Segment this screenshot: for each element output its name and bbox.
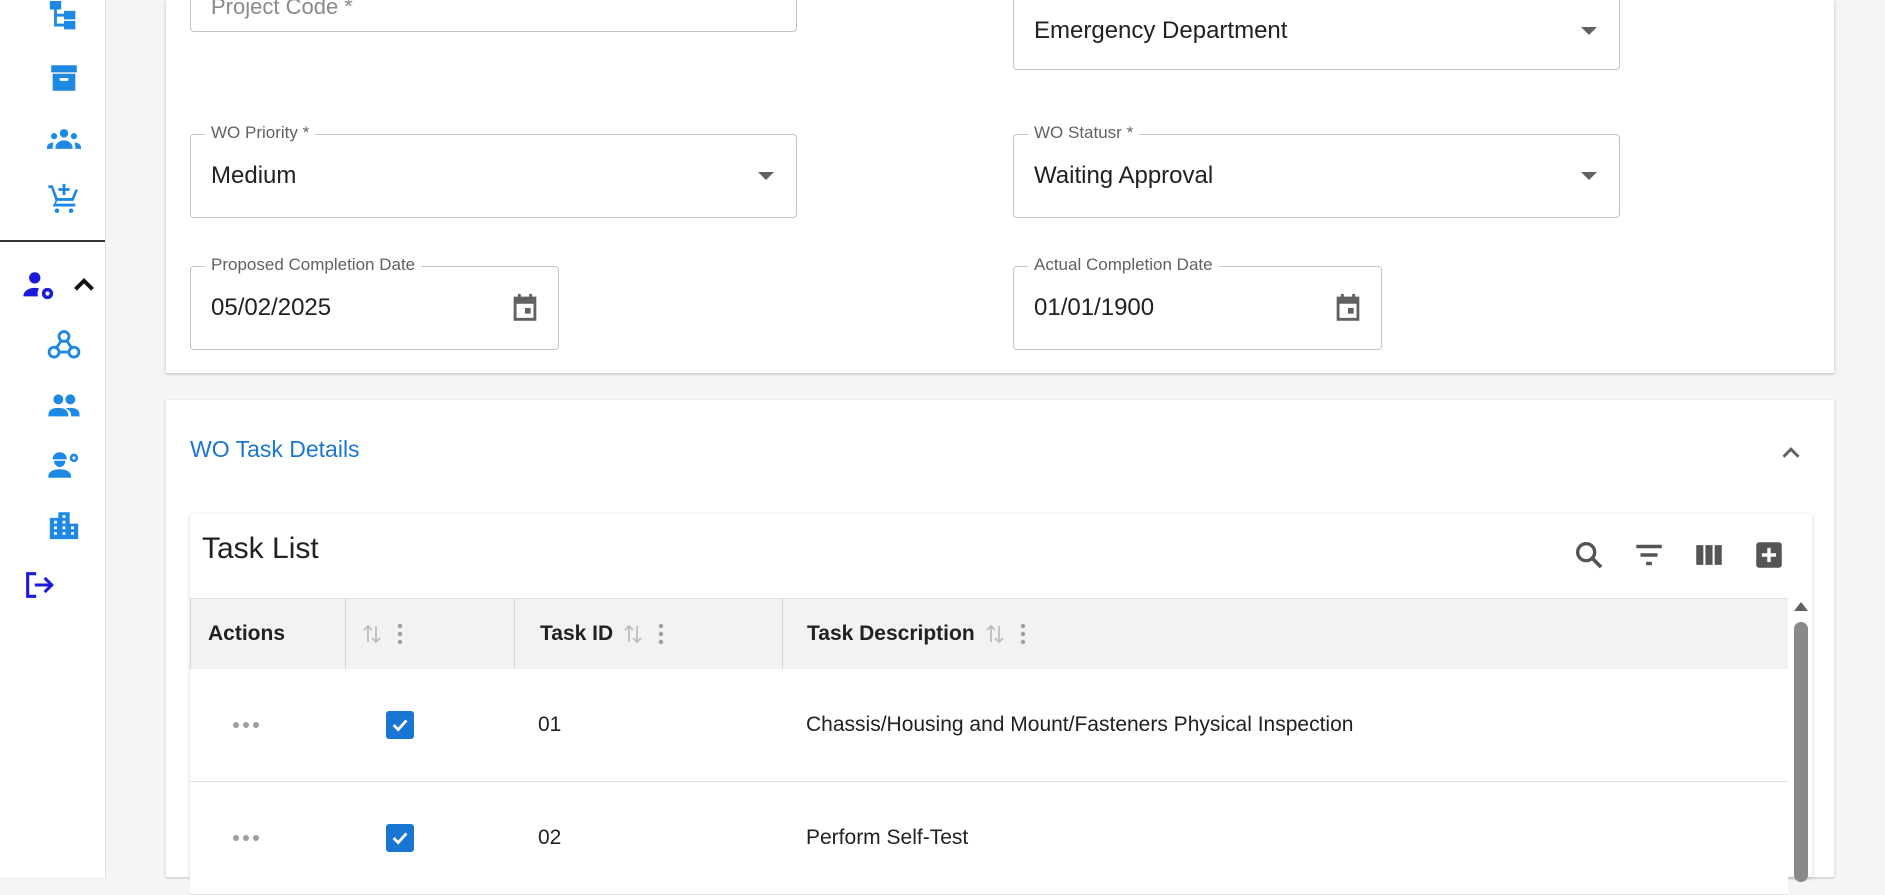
collapse-chevron-icon[interactable] bbox=[1776, 438, 1806, 468]
column-menu-icon[interactable] bbox=[1019, 623, 1027, 645]
archive-icon[interactable] bbox=[46, 60, 82, 96]
wo-priority-label: WO Priority * bbox=[205, 123, 316, 143]
chevron-up-icon[interactable] bbox=[66, 267, 102, 303]
sort-icon[interactable] bbox=[985, 622, 1005, 646]
wo-priority-select[interactable]: WO Priority * Medium bbox=[190, 123, 797, 218]
user-settings-icon[interactable] bbox=[21, 267, 57, 303]
chevron-down-icon bbox=[1581, 27, 1597, 35]
table-row[interactable]: 02 Perform Self-Test bbox=[190, 782, 1788, 895]
hierarchy-icon[interactable] bbox=[46, 0, 82, 36]
filter-icon[interactable] bbox=[1632, 538, 1666, 572]
column-header-task-id[interactable]: Task ID bbox=[540, 599, 800, 669]
department-value: Emergency Department bbox=[1034, 17, 1288, 44]
project-code-field[interactable]: Project Code * bbox=[190, 0, 797, 32]
row-select-cell[interactable] bbox=[386, 669, 414, 781]
department-select[interactable]: Emergency Department bbox=[1013, 0, 1620, 70]
sort-icon[interactable] bbox=[362, 622, 382, 646]
sidebar-divider bbox=[0, 240, 105, 242]
section-title[interactable]: WO Task Details bbox=[190, 436, 360, 463]
column-header-task-description[interactable]: Task Description bbox=[807, 599, 1407, 669]
row-actions-cell[interactable] bbox=[232, 669, 260, 781]
task-description-cell: Chassis/Housing and Mount/Fasteners Phys… bbox=[806, 713, 1354, 736]
table-title: Task List bbox=[202, 532, 319, 565]
column-header-task-id-label: Task ID bbox=[540, 622, 614, 645]
add-box-icon[interactable] bbox=[1752, 538, 1786, 572]
wo-status-label: WO Statusr * bbox=[1028, 123, 1140, 143]
chevron-down-icon bbox=[1581, 172, 1597, 180]
webhook-icon[interactable] bbox=[46, 327, 82, 363]
calendar-icon[interactable] bbox=[508, 291, 542, 325]
column-header-actions: Actions bbox=[208, 599, 338, 669]
buildings-icon[interactable] bbox=[46, 507, 82, 543]
scrollbar-thumb[interactable] bbox=[1794, 622, 1808, 882]
chevron-down-icon bbox=[758, 172, 774, 180]
row-actions-cell[interactable] bbox=[232, 782, 260, 894]
people-icon[interactable] bbox=[46, 387, 82, 423]
scroll-up-arrow-icon[interactable] bbox=[1794, 602, 1808, 611]
task-id-cell: 02 bbox=[538, 826, 562, 849]
actual-completion-date-field[interactable]: Actual Completion Date 01/01/1900 bbox=[1013, 255, 1382, 350]
project-code-placeholder: Project Code * bbox=[211, 0, 353, 19]
cart-add-icon[interactable] bbox=[46, 180, 82, 216]
proposed-completion-label: Proposed Completion Date bbox=[205, 255, 422, 275]
table-header: Actions Task ID Task Description bbox=[190, 598, 1788, 670]
calendar-icon[interactable] bbox=[1331, 291, 1365, 325]
sort-icon[interactable] bbox=[623, 622, 643, 646]
column-menu-icon[interactable] bbox=[396, 623, 404, 645]
wo-status-value: Waiting Approval bbox=[1034, 162, 1214, 189]
logout-icon[interactable] bbox=[21, 567, 57, 603]
more-horiz-icon[interactable] bbox=[232, 721, 260, 729]
task-list-table: Task List Actions Task ID Task Descripti… bbox=[190, 514, 1812, 895]
work-order-form-card: Project Code * Emergency Department WO P… bbox=[166, 0, 1834, 373]
task-details-card: WO Task Details Task List Actions Task I… bbox=[166, 400, 1834, 895]
proposed-completion-value: 05/02/2025 bbox=[211, 294, 332, 321]
check-icon bbox=[392, 719, 408, 732]
sidebar bbox=[0, 0, 106, 877]
wo-status-select[interactable]: WO Statusr * Waiting Approval bbox=[1013, 123, 1620, 218]
row-checkbox[interactable] bbox=[386, 711, 414, 739]
task-id-cell: 01 bbox=[538, 713, 562, 736]
actual-completion-value: 01/01/1900 bbox=[1034, 294, 1155, 321]
wo-priority-value: Medium bbox=[211, 162, 297, 189]
check-icon bbox=[392, 832, 408, 845]
search-icon[interactable] bbox=[1572, 538, 1606, 572]
column-menu-icon[interactable] bbox=[657, 623, 665, 645]
table-row[interactable]: 01 Chassis/Housing and Mount/Fasteners P… bbox=[190, 669, 1788, 782]
task-description-cell: Perform Self-Test bbox=[806, 826, 969, 849]
column-header-task-description-label: Task Description bbox=[807, 622, 975, 645]
columns-icon[interactable] bbox=[1692, 538, 1726, 572]
row-select-cell[interactable] bbox=[386, 782, 414, 894]
engineer-icon[interactable] bbox=[46, 447, 82, 483]
proposed-completion-date-field[interactable]: Proposed Completion Date 05/02/2025 bbox=[190, 255, 559, 350]
actual-completion-label: Actual Completion Date bbox=[1028, 255, 1219, 275]
table-scrollbar[interactable] bbox=[1792, 598, 1810, 882]
column-header-select[interactable] bbox=[352, 599, 512, 669]
more-horiz-icon[interactable] bbox=[232, 834, 260, 842]
groups-icon[interactable] bbox=[46, 121, 82, 157]
column-header-actions-label: Actions bbox=[208, 622, 286, 645]
row-checkbox[interactable] bbox=[386, 824, 414, 852]
